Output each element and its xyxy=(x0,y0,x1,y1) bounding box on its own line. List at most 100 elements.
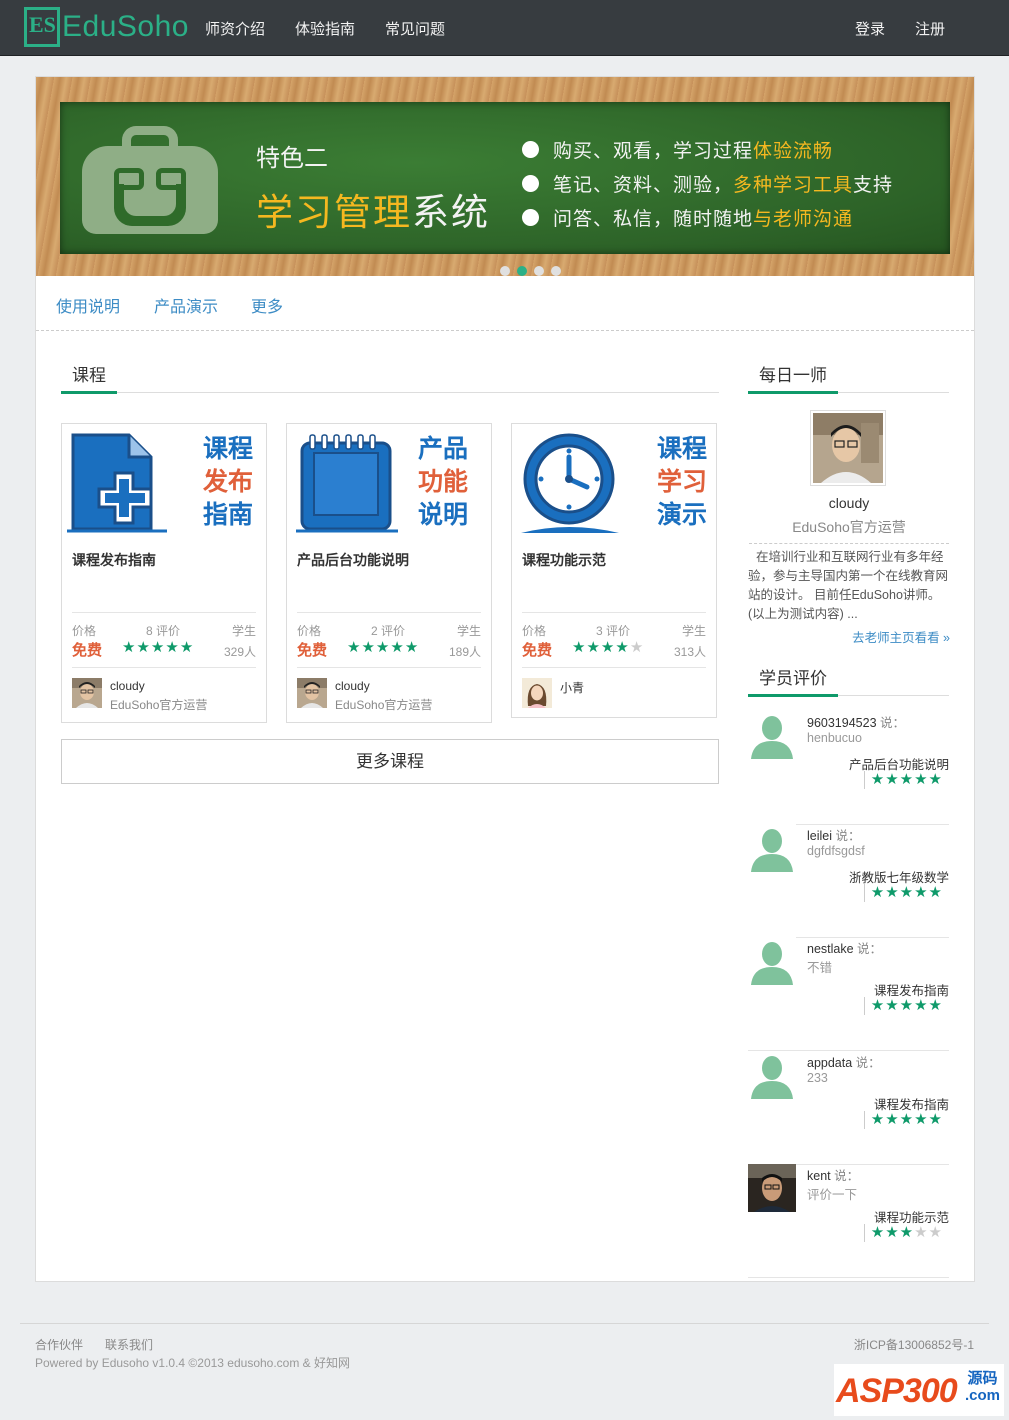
footer-powered-by: Powered by Edusoho v1.0.4 ©2013 edusoho.… xyxy=(35,1356,351,1370)
student-count: 189人 xyxy=(448,645,481,659)
sub-nav: 使用说明 产品演示 更多 xyxy=(36,276,974,331)
star-filled-icon: ★ xyxy=(600,639,616,656)
default-avatar-icon[interactable] xyxy=(748,711,796,759)
subnav-item-usage[interactable]: 使用说明 xyxy=(56,293,120,317)
star-filled-icon: ★ xyxy=(914,1111,929,1128)
footer-icp[interactable]: 浙ICP备13006852号-1 xyxy=(854,1336,974,1353)
teacher-avatar[interactable] xyxy=(72,678,102,708)
register-link[interactable]: 注册 xyxy=(915,18,945,39)
review-text: 不错 xyxy=(807,961,833,975)
teacher-photo[interactable] xyxy=(810,410,886,486)
star-filled-icon: ★ xyxy=(885,997,900,1014)
teacher-name[interactable]: cloudy xyxy=(749,495,949,511)
logo-text: EduSoho xyxy=(62,10,189,43)
course-title[interactable]: 产品后台功能说明 xyxy=(297,550,409,570)
star-filled-icon: ★ xyxy=(390,639,405,656)
logo-mark-icon: ES xyxy=(24,7,60,47)
course-card[interactable]: 课程 发布 指南 课程发布指南 价格 8 评价 学生 免费 ★★★★★ 329人… xyxy=(61,423,267,723)
footer-links: 合作伙伴 联系我们 xyxy=(35,1336,153,1353)
carousel-dot-4[interactable] xyxy=(551,266,561,276)
student-count: 313人 xyxy=(673,645,706,659)
star-filled-icon: ★ xyxy=(899,997,915,1014)
banner-title: 学习管理系统 xyxy=(256,192,490,233)
thumbnail-caption: 产品 功能 说明 xyxy=(417,435,468,529)
schoolbag-icon xyxy=(82,126,218,236)
rating-stars: ★★★★★ xyxy=(572,638,644,656)
review-item: appdata 说： 233 课程发布指南 ★★★★★ xyxy=(748,1051,949,1165)
course-card[interactable]: 课程 学习 演示 课程功能示范 价格 3 评价 学生 免费 ★★★★★ 313人… xyxy=(511,423,717,718)
rating-stars: ★★★★★ xyxy=(347,638,419,656)
star-filled-icon: ★ xyxy=(375,639,391,656)
star-filled-icon: ★ xyxy=(928,771,943,788)
course-card[interactable]: 产品 功能 说明 产品后台功能说明 价格 2 评价 学生 免费 ★★★★★ 18… xyxy=(286,423,492,723)
course-stats: 价格 3 评价 学生 免费 ★★★★★ 313人 xyxy=(522,612,706,668)
star-filled-icon: ★ xyxy=(899,884,915,901)
thumbnail-caption: 课程 发布 指南 xyxy=(202,435,253,529)
default-avatar-icon[interactable] xyxy=(748,1051,796,1099)
course-stats: 价格 8 评价 学生 免费 ★★★★★ 329人 xyxy=(72,612,256,668)
nav-item-guide[interactable]: 体验指南 xyxy=(295,18,355,39)
student-count: 329人 xyxy=(223,645,256,659)
star-filled-icon: ★ xyxy=(122,639,137,656)
teacher-avatar[interactable] xyxy=(522,678,552,708)
rating-stars: ★★★★★ xyxy=(863,771,943,789)
carousel-dot-3[interactable] xyxy=(534,266,544,276)
star-empty-icon: ★ xyxy=(928,1224,943,1241)
star-filled-icon: ★ xyxy=(885,1224,900,1241)
reviews-heading: 学员评价 xyxy=(748,662,949,697)
course-thumbnail[interactable]: 产品 功能 说明 xyxy=(292,429,486,537)
subnav-item-demo[interactable]: 产品演示 xyxy=(154,293,218,317)
carousel-dot-1[interactable] xyxy=(500,266,510,276)
course-title[interactable]: 课程发布指南 xyxy=(72,550,156,570)
nav-item-teachers[interactable]: 师资介绍 xyxy=(205,18,265,39)
course-price: 免费 xyxy=(297,642,328,659)
review-item: leilei 说： dgfdfsgdsf 浙教版七年级数学 ★★★★★ xyxy=(748,824,949,938)
nav-item-faq[interactable]: 常见问题 xyxy=(385,18,445,39)
carousel-dot-2[interactable] xyxy=(517,266,527,276)
review-item: kent 说： 评价一下 课程功能示范 ★★★★★ xyxy=(748,1164,949,1278)
star-filled-icon: ★ xyxy=(572,639,587,656)
banner-points: 购买、观看，学习过程 体验流畅 笔记、资料、测验， 多种学习工具 支持 问答、私信，随… xyxy=(522,132,893,234)
review-text: henbucuo xyxy=(807,731,862,745)
footer-link-contact[interactable]: 联系我们 xyxy=(105,1336,153,1353)
banner-carousel[interactable]: 特色二 学习管理系统 购买、观看，学习过程 体验流畅 笔记、资料、测验， 多种学习工… xyxy=(36,77,974,276)
default-avatar-icon[interactable] xyxy=(748,824,796,872)
user-photo-avatar[interactable] xyxy=(748,1164,796,1212)
clock-icon xyxy=(521,433,619,533)
site-logo[interactable]: ES EduSoho xyxy=(24,6,189,48)
review-item: nestlake 说： 不错 课程发布指南 ★★★★★ xyxy=(748,937,949,1051)
document-add-icon xyxy=(67,433,167,533)
course-thumbnail[interactable]: 课程 学习 演示 xyxy=(517,429,711,537)
teacher-portrait xyxy=(813,413,883,483)
star-filled-icon: ★ xyxy=(914,997,929,1014)
star-filled-icon: ★ xyxy=(586,639,601,656)
course-thumbnail[interactable]: 课程 发布 指南 xyxy=(67,429,261,537)
teacher-homepage-link[interactable]: 去老师主页看看 » xyxy=(852,627,950,646)
star-filled-icon: ★ xyxy=(914,884,929,901)
star-filled-icon: ★ xyxy=(899,1111,915,1128)
main-panel: 特色二 学习管理系统 购买、观看，学习过程 体验流畅 笔记、资料、测验， 多种学习工… xyxy=(35,76,975,1282)
star-filled-icon: ★ xyxy=(885,771,900,788)
footer-link-partners[interactable]: 合作伙伴 xyxy=(35,1336,83,1353)
star-filled-icon: ★ xyxy=(870,1224,886,1241)
daily-teacher-heading: 每日一师 xyxy=(748,359,949,394)
rating-stars: ★★★★★ xyxy=(863,997,943,1015)
star-filled-icon: ★ xyxy=(347,639,362,656)
top-navbar: ES EduSoho 师资介绍 体验指南 常见问题 登录 注册 xyxy=(0,0,1009,56)
default-avatar-icon[interactable] xyxy=(748,937,796,985)
courses-heading: 课程 xyxy=(61,359,719,394)
more-courses-button[interactable]: 更多课程 xyxy=(61,739,719,784)
subnav-item-more[interactable]: 更多 xyxy=(251,293,283,317)
notepad-icon xyxy=(296,434,398,533)
login-link[interactable]: 登录 xyxy=(855,18,885,39)
star-filled-icon: ★ xyxy=(885,884,900,901)
course-title[interactable]: 课程功能示范 xyxy=(522,550,606,570)
star-filled-icon: ★ xyxy=(914,771,929,788)
course-price: 免费 xyxy=(72,642,103,659)
teacher-avatar[interactable] xyxy=(297,678,327,708)
star-empty-icon: ★ xyxy=(914,1224,929,1241)
star-filled-icon: ★ xyxy=(361,639,376,656)
star-filled-icon: ★ xyxy=(928,997,943,1014)
banner-subtitle: 特色二 xyxy=(256,145,328,172)
review-user: nestlake 说： xyxy=(807,942,883,956)
